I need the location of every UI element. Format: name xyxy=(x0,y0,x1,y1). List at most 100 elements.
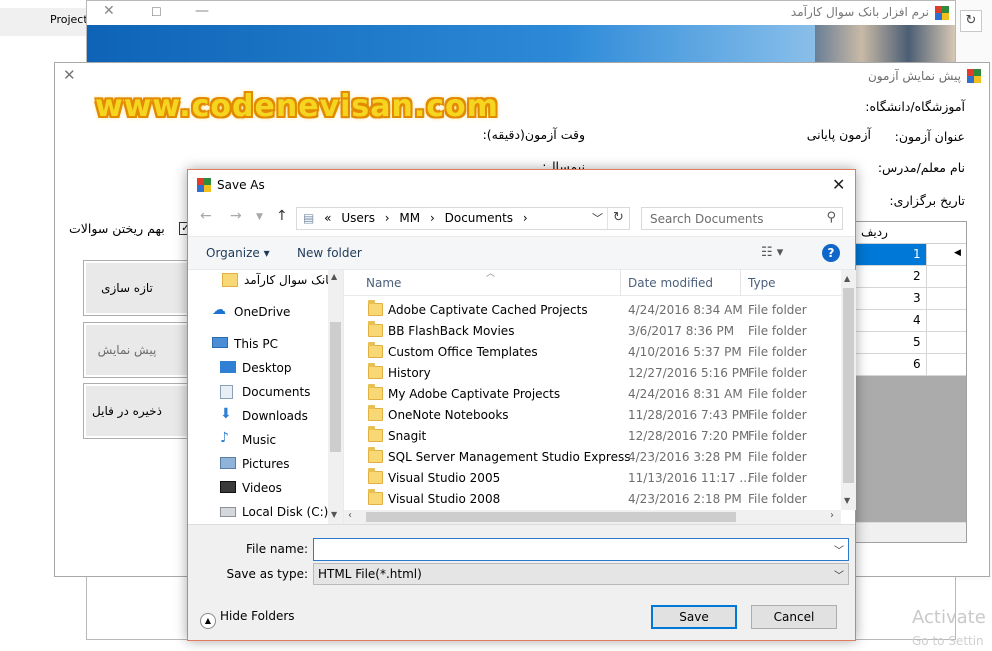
file-list: ︿ Name Date modified Type Adobe Captivat… xyxy=(343,269,856,524)
row-header[interactable] xyxy=(926,332,966,353)
minimize-icon[interactable]: — xyxy=(195,3,209,19)
list-item[interactable]: My Adobe Captivate Projects 4/24/2016 8:3… xyxy=(344,384,841,405)
breadcrumb-users[interactable]: Users xyxy=(341,211,375,225)
questions-grid[interactable]: ردیف 1 ◀ 2 3 4 5 6 xyxy=(850,221,967,543)
up-icon[interactable]: ↑ xyxy=(276,208,288,224)
list-item[interactable]: Custom Office Templates 4/10/2016 5:37 PM… xyxy=(344,342,841,363)
scroll-right-icon[interactable]: › xyxy=(830,510,834,521)
scroll-down-icon[interactable]: ▼ xyxy=(331,510,337,519)
nav-item-desktop[interactable]: Desktop xyxy=(220,358,330,380)
list-item[interactable]: SQL Server Management Studio Express 4/23… xyxy=(344,447,841,468)
chevron-down-icon[interactable]: ﹀ xyxy=(834,567,844,582)
grid-scrollbar[interactable] xyxy=(851,522,966,542)
column-date[interactable]: Date modified xyxy=(628,276,713,290)
save-type-select[interactable]: HTML File(*.html) ﹀ xyxy=(313,563,849,585)
refresh-icon[interactable]: ↻ xyxy=(607,208,629,229)
chevron-down-icon[interactable]: ﹀ xyxy=(592,210,603,226)
maximize-icon[interactable]: ☐ xyxy=(151,5,162,19)
breadcrumb-separator[interactable]: › xyxy=(523,211,528,225)
scroll-up-icon[interactable]: ▲ xyxy=(331,272,337,281)
column-type[interactable]: Type xyxy=(748,276,776,290)
search-input[interactable]: Search Documents ⚲ xyxy=(641,207,843,230)
folder-icon xyxy=(368,342,383,358)
nav-item-documents[interactable]: Documents xyxy=(220,382,330,404)
organize-button[interactable]: Organize ▾ xyxy=(206,246,270,260)
list-item[interactable]: Adobe Captivate Cached Projects 4/24/2016… xyxy=(344,300,841,321)
list-item[interactable]: Visual Studio 2005 11/13/2016 11:17 ... Fi… xyxy=(344,468,841,489)
nav-item-music[interactable]: ♪ Music xyxy=(220,430,330,452)
close-icon[interactable]: ✕ xyxy=(103,3,115,19)
nav-item-local-disk[interactable]: Local Disk (C:) xyxy=(220,502,330,524)
list-item[interactable]: BB FlashBack Movies 3/6/2017 8:36 PM File … xyxy=(344,321,841,342)
project-tab[interactable]: Project xyxy=(0,8,88,36)
row-number: 5 xyxy=(913,335,921,349)
list-item[interactable]: OneNote Notebooks 11/28/2016 7:43 PM File … xyxy=(344,405,841,426)
back-icon[interactable]: ← xyxy=(200,208,212,224)
table-row[interactable]: 3 xyxy=(851,288,966,310)
file-name-field[interactable]: ﹀ xyxy=(313,538,849,561)
scroll-up-icon[interactable]: ▲ xyxy=(844,274,850,283)
refresh-button[interactable]: تازه سازی xyxy=(83,260,193,316)
hide-folders-label: Hide Folders xyxy=(220,609,295,623)
row-header[interactable] xyxy=(926,266,966,287)
nav-item-pictures[interactable]: Pictures xyxy=(220,454,330,476)
forward-icon[interactable]: → xyxy=(230,208,242,224)
nav-item-onedrive[interactable]: ☁ OneDrive xyxy=(212,302,332,324)
table-row[interactable]: 4 xyxy=(851,310,966,332)
breadcrumb-overflow[interactable]: « xyxy=(324,211,331,225)
list-item[interactable]: Snagit 12/28/2016 7:20 PM File folder xyxy=(344,426,841,447)
folder-icon xyxy=(368,363,383,379)
table-row[interactable]: 5 xyxy=(851,332,966,354)
breadcrumb-documents[interactable]: Documents xyxy=(445,211,513,225)
sort-up-icon: ︿ xyxy=(486,269,496,279)
view-options-icon[interactable]: ☷ ▾ xyxy=(761,245,783,260)
breadcrumb-separator[interactable]: › xyxy=(430,211,435,225)
file-list-hscrollbar[interactable]: ‹ › xyxy=(344,510,841,524)
close-icon[interactable]: ✕ xyxy=(832,175,845,194)
scroll-left-icon[interactable]: ‹ xyxy=(348,510,352,521)
item-name: History xyxy=(388,366,431,380)
column-divider[interactable] xyxy=(620,270,621,296)
nav-item-label: Documents xyxy=(242,385,311,399)
scroll-thumb[interactable] xyxy=(366,512,736,522)
item-date: 3/6/2017 8:36 PM xyxy=(628,324,735,338)
scroll-down-icon[interactable]: ▼ xyxy=(844,496,850,505)
cancel-button[interactable]: Cancel xyxy=(751,605,837,629)
column-divider[interactable] xyxy=(740,270,741,296)
list-item[interactable]: Visual Studio 2008 4/23/2016 2:18 PM File … xyxy=(344,489,841,510)
table-row[interactable]: 2 xyxy=(851,266,966,288)
table-row[interactable]: 6 xyxy=(851,354,966,376)
row-header[interactable] xyxy=(926,310,966,331)
breadcrumb-separator[interactable]: › xyxy=(385,211,390,225)
hide-folders-button[interactable]: ▲ Hide Folders xyxy=(200,609,295,629)
nav-item-videos[interactable]: Videos xyxy=(220,478,330,500)
row-header[interactable] xyxy=(926,288,966,309)
new-folder-button[interactable]: New folder xyxy=(297,246,362,260)
nav-item-app-folder[interactable]: بانک سوال کارآمد xyxy=(222,270,332,292)
help-icon[interactable]: ? xyxy=(822,244,840,262)
nav-item-downloads[interactable]: ⬇ Downloads xyxy=(220,406,330,428)
column-name[interactable]: Name xyxy=(366,276,401,290)
recent-dropdown-icon[interactable]: ▼ xyxy=(256,212,263,222)
refresh-icon[interactable]: ↻ xyxy=(960,10,982,32)
close-icon[interactable]: ✕ xyxy=(63,67,79,83)
nav-item-this-pc[interactable]: This PC xyxy=(212,334,332,356)
scroll-thumb[interactable] xyxy=(843,288,854,483)
nav-scrollbar[interactable]: ▲ ▼ xyxy=(328,270,343,524)
download-icon: ⬇ xyxy=(220,406,232,422)
table-row[interactable]: 1 ◀ xyxy=(851,244,966,266)
preview-button[interactable]: پیش نمایش xyxy=(83,322,193,378)
address-bar[interactable]: ▤ « Users › MM › Documents › ﹀ ↻ xyxy=(296,207,630,230)
row-header[interactable] xyxy=(926,354,966,375)
file-list-scrollbar[interactable]: ▲ ▼ xyxy=(841,270,856,510)
scroll-thumb[interactable] xyxy=(330,322,341,452)
chevron-down-icon[interactable]: ﹀ xyxy=(834,542,844,557)
save-file-button[interactable]: ذخیره در فایل xyxy=(83,383,193,439)
breadcrumb-mm[interactable]: MM xyxy=(399,211,420,225)
save-button[interactable]: Save xyxy=(651,605,737,629)
item-date: 4/24/2016 8:31 AM xyxy=(628,387,743,401)
exam-title-value: آزمون پایانی xyxy=(806,127,871,142)
dialog-titlebar: Save As ✕ xyxy=(188,170,855,200)
item-type: File folder xyxy=(748,471,807,485)
list-item[interactable]: History 12/27/2016 5:16 PM File folder xyxy=(344,363,841,384)
